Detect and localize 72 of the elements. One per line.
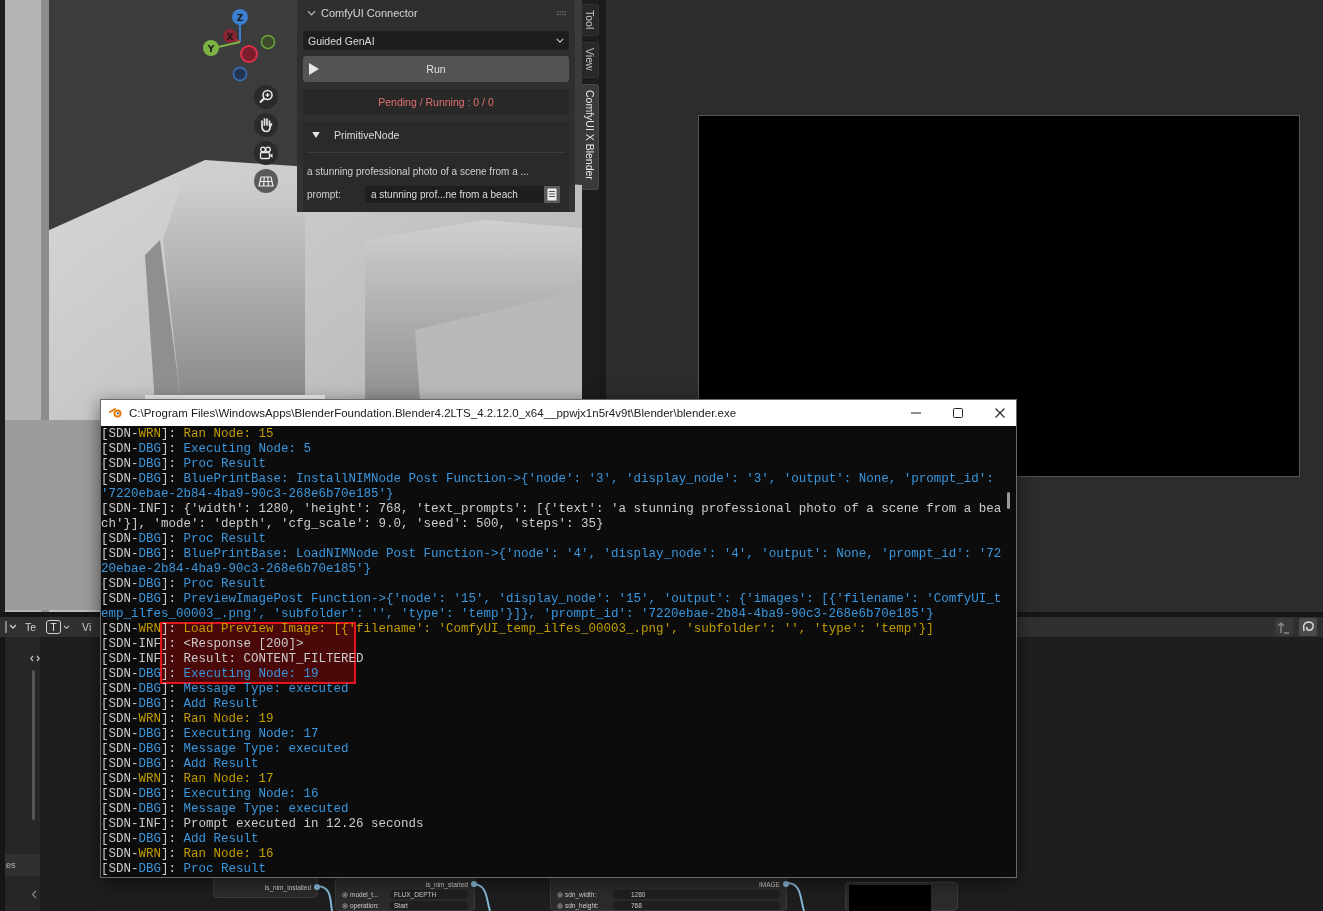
panel-title[interactable]: ComfyUI Connector [321,7,418,19]
log-line: [SDN-DBG]: Add Result [101,697,260,712]
window-title: C:\Program Files\WindowsApps\BlenderFoundation.Blender4.2LTS_4.2.12.0_x64__ppwjx1n5r4v9t\Blender\blender.exe [129,407,737,419]
socket-icon[interactable] [471,881,477,887]
log-line: [SDN-DBG]: Executing Node: 17 [101,727,320,742]
text-toggle-button[interactable]: T [46,620,62,634]
log-line: emp_ilfes_00003_.png', 'subfolder': '', 'type': 'temp'}]}, 'prompt_id': '7220ebae-2b84-4ba9-90c3-268e6b70e185'} [101,607,935,622]
disclosure-triangle-icon[interactable] [312,132,320,138]
prompt-field[interactable]: a stunning prof...ne from a beach [365,186,544,203]
log-line: [SDN-DBG]: Message Type: executed [101,802,350,817]
scrollbar-thumb[interactable] [1007,492,1010,509]
editor-type-chevron-icon[interactable] [5,619,17,635]
log-line: ch'}], 'mode': 'depth', 'cfg_scale': 9.0, 'seed': 500, 'steps': 35} [101,517,605,532]
sidebar-tab[interactable]: Tool [582,4,599,37]
log-line: [SDN-DBG]: Proc Result [101,457,268,472]
log-line: [SDN-DBG]: PreviewImagePost Function->{'node': '15', 'display_node': '15', 'output': {'images': [{'filename': 'ComfyUI_t [101,592,1003,607]
document-icon[interactable] [544,186,560,203]
chevron-left-icon[interactable] [31,890,37,899]
subpanel-title[interactable]: PrimitiveNode [334,129,400,141]
log-line: [SDN-DBG]: Proc Result [101,862,268,877]
log-line: [SDN-WRN]: Ran Node: 15 [101,427,275,442]
node-card[interactable] [845,882,958,911]
log-line: [SDN-DBG]: Proc Result [101,532,268,547]
play-icon [309,63,319,75]
log-line: [SDN-DBG]: Add Result [101,757,260,772]
negative-y-handle[interactable] [260,34,276,50]
editor-menu[interactable]: Te [25,621,37,633]
scrollbar-thumb[interactable] [32,670,35,820]
mode-dropdown[interactable]: Guided GenAI [303,31,569,50]
socket-icon[interactable] [783,881,789,887]
log-line: [SDN-DBG]: BluePrintBase: LoadNIMNode Post Function->{'node': '4', 'display_node': '4', 'output': None, 'prompt_id': '72 [101,547,1003,562]
sidebar-tab[interactable]: ComfyUI X Blender [582,83,599,190]
maximize-icon[interactable] [952,407,964,419]
chevron-down-icon[interactable] [307,10,316,16]
chevron-down-icon[interactable] [63,624,71,630]
grid-icon[interactable] [254,169,278,193]
log-line: [SDN-WRN]: Ran Node: 17 [101,772,275,787]
status-label: Pending / Running : 0 / 0 [303,89,569,115]
log-line: '7220ebae-2b84-4ba9-90c3-268e6b70e185'} [101,487,395,502]
sidebar-tab[interactable]: View [582,42,599,78]
prompt-preview-text: a stunning professional photo of a scene from a ... [307,166,530,177]
expand-arrows-icon[interactable] [30,655,40,662]
log-line: [SDN-INF]: <Response [200]> [101,637,305,652]
log-line: [SDN-DBG]: Message Type: executed [101,742,350,757]
log-line: [SDN-DBG]: Executing Node: 16 [101,787,320,802]
log-line: [SDN-WRN]: Ran Node: 16 [101,847,275,862]
socket-icon[interactable] [314,884,320,890]
side-tab[interactable]: es [5,854,40,876]
log-line: [SDN-INF]: Prompt executed in 12.26 seconds [101,817,425,832]
zoom-icon[interactable] [254,85,278,109]
log-line: [SDN-DBG]: Executing Node: 5 [101,442,313,457]
log-line: [SDN-DBG]: Message Type: executed [101,682,350,697]
negative-z-handle[interactable] [232,66,248,82]
grip-icon[interactable] [557,10,566,16]
log-line: [SDN-DBG]: Add Result [101,832,260,847]
hand-icon[interactable] [254,113,278,137]
log-line: [SDN-INF]: {'width': 1280, 'height': 768, 'text_prompts': [{'text': 'a stunning professional photo of a scene from a bea [101,502,1003,517]
chevron-down-icon [556,38,564,43]
negative-x-handle[interactable] [240,45,258,63]
close-icon[interactable] [994,407,1006,419]
camera-icon[interactable] [254,141,278,165]
app-icon [109,407,123,419]
log-line: [SDN-DBG]: BluePrintBase: InstallNIMNode Post Function->{'node': '3', 'display_node': '3', 'output': None, 'prompt_id': [101,472,995,487]
prompt-label: prompt: [307,189,342,200]
run-button[interactable]: Run [303,56,569,82]
log-line: [SDN-WRN]: Ran Node: 19 [101,712,275,727]
y-axis-handle[interactable]: Y [203,40,241,56]
log-line: [SDN-DBG]: Proc Result [101,577,268,592]
log-line: 20ebae-2b84-4ba9-90c3-268e6b70e185'} [101,562,373,577]
view-menu[interactable]: Vi [82,621,92,633]
loop-icon[interactable] [1299,618,1317,636]
node-link [786,882,805,911]
